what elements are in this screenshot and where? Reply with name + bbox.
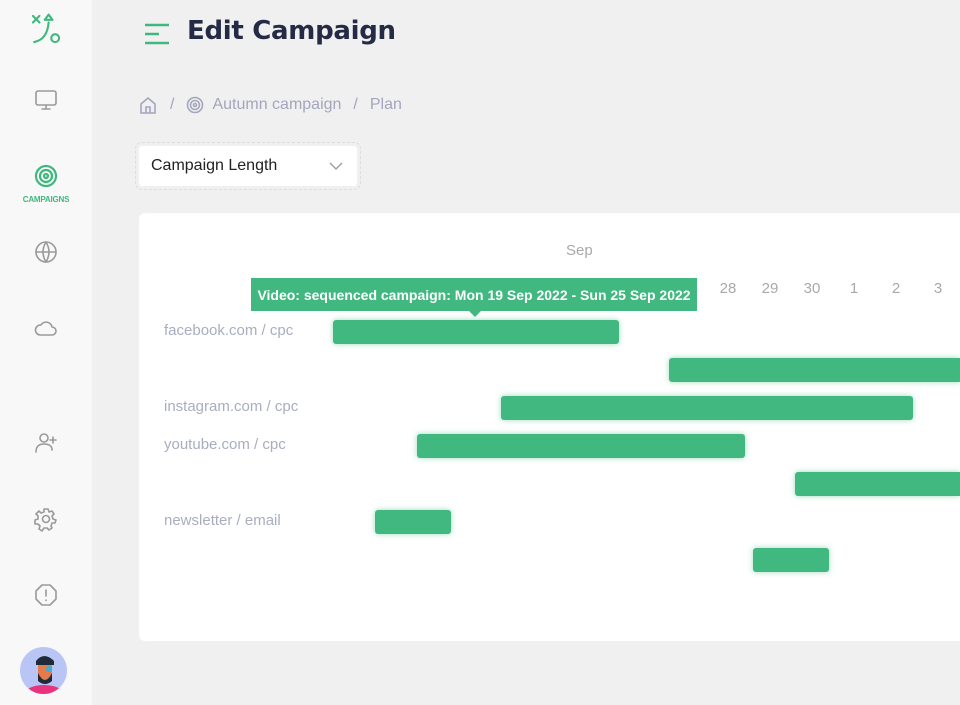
logo[interactable]	[0, 12, 92, 46]
row-label: youtube.com / cpc	[164, 436, 286, 453]
timeline-bar[interactable]	[333, 320, 619, 344]
sidebar-item-campaigns[interactable]: CAMPAIGNS	[0, 163, 92, 204]
sidebar-item-label: CAMPAIGNS	[22, 195, 70, 204]
timeline-bar[interactable]	[753, 548, 829, 572]
month-label: Sep	[566, 242, 593, 259]
sidebar: CAMPAIGNS	[0, 0, 92, 705]
sidebar-item-cloud[interactable]	[0, 315, 92, 341]
day-label: 1	[849, 280, 859, 297]
gear-icon	[34, 508, 57, 532]
sidebar-item-add-user[interactable]	[0, 430, 92, 456]
target-icon	[34, 164, 58, 188]
chevron-down-icon	[329, 162, 343, 170]
timeline-bar[interactable]	[375, 510, 451, 534]
sidebar-item-globe[interactable]	[0, 239, 92, 265]
sidebar-item-dashboard[interactable]	[0, 87, 92, 113]
target-icon	[187, 96, 204, 114]
breadcrumb-separator: /	[353, 96, 358, 113]
cloud-icon	[34, 321, 57, 336]
row-label: newsletter / email	[164, 512, 281, 529]
sidebar-item-alerts[interactable]	[0, 582, 92, 608]
menu-icon[interactable]	[144, 22, 170, 51]
day-label: 2	[891, 280, 901, 297]
breadcrumb: / Autumn campaign / Plan	[138, 95, 402, 115]
bar-tooltip: Video: sequenced campaign: Mon 19 Sep 20…	[251, 278, 697, 317]
day-label: 3	[933, 280, 943, 297]
timeline-bar[interactable]	[795, 472, 960, 496]
breadcrumb-current: Plan	[369, 96, 402, 113]
day-label: 28	[719, 280, 737, 297]
breadcrumb-campaign[interactable]: Autumn campaign	[212, 96, 341, 114]
alert-octagon-icon	[35, 584, 57, 606]
avatar[interactable]	[20, 647, 67, 694]
sidebar-item-settings[interactable]	[0, 506, 92, 532]
row-label: instagram.com / cpc	[164, 398, 299, 415]
day-label: 29	[761, 280, 779, 297]
page-title: Edit Campaign	[187, 16, 396, 46]
campaign-length-select[interactable]: Campaign Length	[135, 142, 361, 190]
timeline-bar[interactable]	[501, 396, 913, 420]
timeline-bar[interactable]	[417, 434, 745, 458]
globe-icon	[35, 241, 57, 263]
select-value: Campaign Length	[151, 157, 278, 174]
home-icon[interactable]	[138, 95, 158, 115]
day-label: 30	[803, 280, 821, 297]
breadcrumb-separator: /	[170, 96, 175, 113]
row-label: facebook.com / cpc	[164, 322, 294, 339]
timeline-bar[interactable]	[669, 358, 960, 382]
user-plus-icon	[35, 433, 57, 453]
monitor-icon	[35, 90, 57, 110]
